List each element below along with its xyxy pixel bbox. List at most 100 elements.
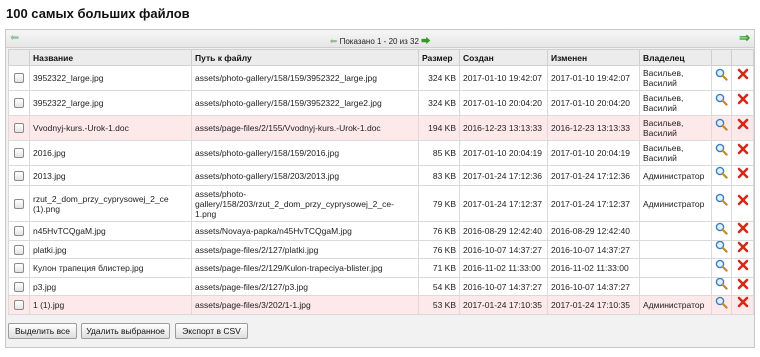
row-checkbox[interactable] <box>14 300 24 311</box>
arrow-left-icon[interactable]: ⬅︎ <box>330 36 338 46</box>
file-name: 2013.jpg <box>29 165 192 186</box>
magnifier-icon[interactable] <box>715 241 728 256</box>
file-size: 194 KB <box>418 115 460 141</box>
col-header-view <box>711 49 732 66</box>
table-row[interactable]: Vvodnyj-kurs.-Urok-1.doc assets/page-file… <box>8 115 754 141</box>
delete-x-icon[interactable] <box>737 222 749 237</box>
delete-x-icon[interactable] <box>737 118 749 132</box>
col-header-size[interactable]: Размер <box>418 49 460 66</box>
delete-cell <box>731 277 754 296</box>
view-cell <box>711 165 732 186</box>
file-size: 71 KB <box>418 258 460 278</box>
file-owner: Васильев, Василий <box>639 90 712 116</box>
file-owner: Васильев, Василий <box>639 65 712 91</box>
file-modified: 2017-01-10 19:42:07 <box>547 65 640 91</box>
delete-cell <box>731 90 754 116</box>
delete-cell <box>731 295 754 315</box>
delete-x-icon[interactable] <box>737 296 749 311</box>
view-cell <box>711 185 732 222</box>
file-modified: 2017-01-24 17:12:36 <box>547 165 640 186</box>
table-row[interactable]: 3952322_large.jpg assets/photo-gallery/15… <box>8 90 754 116</box>
col-header-path[interactable]: Путь к файлу <box>191 49 419 66</box>
file-size: 85 KB <box>418 140 460 166</box>
magnifier-icon[interactable] <box>715 143 728 158</box>
col-header-created[interactable]: Создан <box>459 49 548 66</box>
col-header-name[interactable]: Название <box>29 49 192 66</box>
row-checkbox[interactable] <box>14 263 24 274</box>
magnifier-icon[interactable] <box>715 222 728 237</box>
col-header-owner[interactable]: Владелец <box>639 49 712 66</box>
double-arrow-right-icon[interactable]: ⇒ <box>739 30 750 46</box>
file-size: 324 KB <box>418 65 460 91</box>
delete-cell <box>731 185 754 222</box>
view-cell <box>711 277 732 296</box>
file-size: 76 KB <box>418 221 460 241</box>
files-panel: ⬅︎ ⬅︎ Показано 1 - 20 из 32 ⮕ ⇒ Название… <box>5 29 755 348</box>
table-row[interactable]: 3952322_large.jpg assets/photo-gallery/15… <box>8 65 754 91</box>
delete-x-icon[interactable] <box>737 93 749 107</box>
row-checkbox[interactable] <box>14 123 24 134</box>
table-header-row: Название Путь к файлу Размер Создан Изме… <box>8 49 754 66</box>
magnifier-icon[interactable] <box>715 278 728 293</box>
view-cell <box>711 115 732 141</box>
row-checkbox[interactable] <box>14 148 24 159</box>
delete-x-icon[interactable] <box>737 259 749 274</box>
delete-x-icon[interactable] <box>737 241 749 255</box>
file-path: assets/Novaya-papka/n45HvTCQgaM.jpg <box>191 221 419 241</box>
table-row[interactable]: 2016.jpg assets/photo-gallery/158/159/201… <box>8 140 754 166</box>
delete-selected-button[interactable]: Удалить выбранное <box>81 323 170 339</box>
row-checkbox[interactable] <box>14 244 24 255</box>
magnifier-icon[interactable] <box>715 193 728 208</box>
row-checkbox[interactable] <box>14 98 24 109</box>
delete-x-icon[interactable] <box>737 143 749 157</box>
row-checkbox[interactable] <box>14 281 24 292</box>
delete-cell <box>731 115 754 141</box>
row-select-cell <box>8 65 30 91</box>
magnifier-icon[interactable] <box>715 259 728 274</box>
magnifier-icon[interactable] <box>715 93 728 108</box>
table-row[interactable]: rzut_2_dom_przy_cyprysowej_2_ce (1).png a… <box>8 185 754 222</box>
table-row[interactable]: Кулон трапеция блистер.jpg assets/page-fi… <box>8 258 754 278</box>
file-path: assets/page-files/2/127/platki.jpg <box>191 240 419 259</box>
file-name: Кулон трапеция блистер.jpg <box>29 258 192 278</box>
view-cell <box>711 90 732 116</box>
file-path: assets/page-files/2/129/Kulon-trapeciya-… <box>191 258 419 278</box>
file-created: 2017-01-10 20:04:20 <box>459 90 548 116</box>
file-path: assets/photo-gallery/158/203/rzut_2_dom_… <box>191 185 419 222</box>
table-row[interactable]: p3.jpg assets/page-files/2/127/p3.jpg 54 K… <box>8 277 754 296</box>
arrow-right-icon[interactable]: ⮕ <box>421 36 430 46</box>
file-owner <box>639 258 712 278</box>
col-header-modified[interactable]: Изменен <box>547 49 640 66</box>
row-checkbox[interactable] <box>14 73 24 84</box>
pager-text: Показано 1 - 20 из 32 <box>339 37 419 46</box>
magnifier-icon[interactable] <box>715 296 728 311</box>
file-owner <box>639 221 712 241</box>
delete-x-icon[interactable] <box>737 68 749 82</box>
row-checkbox[interactable] <box>14 170 24 181</box>
magnifier-icon[interactable] <box>715 166 728 182</box>
file-size: 53 KB <box>418 295 460 315</box>
file-owner: Администратор <box>639 185 712 222</box>
row-checkbox[interactable] <box>14 226 24 237</box>
file-owner: Васильев, Василий <box>639 115 712 141</box>
delete-x-icon[interactable] <box>737 167 749 181</box>
magnifier-icon[interactable] <box>715 68 728 83</box>
file-created: 2017-01-24 17:12:37 <box>459 185 548 222</box>
table-row[interactable]: 2013.jpg assets/photo-gallery/158/203/201… <box>8 165 754 186</box>
export-csv-button[interactable]: Экспорт в CSV <box>175 323 248 339</box>
delete-x-icon[interactable] <box>737 278 749 292</box>
row-select-cell <box>8 295 30 315</box>
table-row[interactable]: n45HvTCQgaM.jpg assets/Novaya-papka/n45Hv… <box>8 221 754 241</box>
magnifier-icon[interactable] <box>715 118 728 133</box>
file-name: 2016.jpg <box>29 140 192 166</box>
file-created: 2016-08-29 12:42:40 <box>459 221 548 241</box>
file-path: assets/photo-gallery/158/203/2013.jpg <box>191 165 419 186</box>
table-row[interactable]: 1 (1).jpg assets/page-files/3/202/1-1.jpg… <box>8 295 754 315</box>
select-all-button[interactable]: Выделить все <box>8 323 77 339</box>
delete-x-icon[interactable] <box>737 194 749 208</box>
table-row[interactable]: platki.jpg assets/page-files/2/127/platki… <box>8 240 754 259</box>
file-owner: Администратор <box>639 165 712 186</box>
col-header-select <box>8 49 30 66</box>
row-checkbox[interactable] <box>14 198 24 209</box>
view-cell <box>711 140 732 166</box>
